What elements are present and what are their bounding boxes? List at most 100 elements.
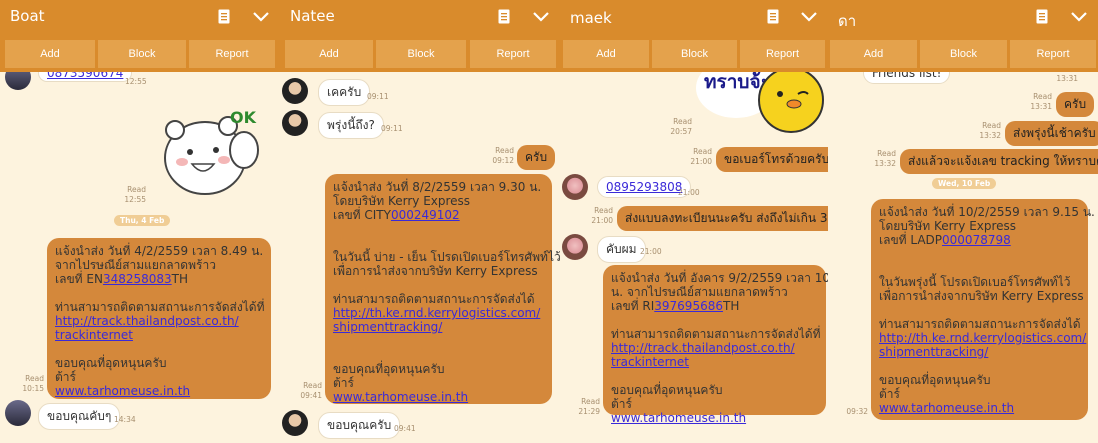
tracking-number-link[interactable]: 397695686	[654, 299, 723, 313]
msg-time: 13:31	[1056, 74, 1078, 83]
msg-time: 09:11	[381, 124, 403, 133]
contact-avatar[interactable]	[282, 78, 308, 104]
tracking-url-link[interactable]: trackinternet	[55, 328, 133, 342]
read-label: Read	[673, 117, 692, 126]
notes-icon[interactable]	[498, 9, 510, 24]
report-button[interactable]: Report	[470, 40, 556, 68]
website-link[interactable]: www.tarhomeuse.in.th	[333, 390, 468, 404]
notice-text: เลขที่ RI	[611, 299, 655, 313]
report-button[interactable]: Report	[740, 40, 825, 68]
msg-status: Read 09:12	[490, 146, 514, 166]
notice-line: น. จากไปรษณีย์สามแยกลาดพร้าว	[611, 285, 788, 299]
notes-icon[interactable]	[1036, 9, 1048, 24]
block-button[interactable]: Block	[652, 40, 737, 68]
chat-title: ดา	[838, 12, 857, 30]
message-bubble: ครับ	[517, 145, 556, 170]
contact-avatar[interactable]	[282, 110, 308, 136]
chat-panel-maek: maek Add Block Report ทราบจ้ะ Read 20:57…	[560, 0, 828, 443]
website-link[interactable]: www.tarhomeuse.in.th	[879, 401, 1014, 415]
msg-time: 09:32	[846, 407, 868, 416]
tracking-number-link[interactable]: 000078798	[942, 233, 1011, 247]
message-bubble: พรุ่งนี้ถึง?	[318, 112, 384, 139]
block-button[interactable]: Block	[376, 40, 466, 68]
message-list: ทราบจ้ะ Read 20:57 ขอเบอร์โทรด้วยครับ Re…	[560, 72, 828, 443]
msg-time: 09:11	[367, 92, 389, 101]
msg-time: 21:00	[640, 247, 662, 256]
report-button[interactable]: Report	[189, 40, 275, 68]
message-bubble: เคครับ	[318, 79, 371, 106]
contact-avatar[interactable]	[5, 400, 31, 426]
notice-line: ในวันนี้ บ่าย - เย็น โปรดเปิดเบอร์โทรศัพ…	[333, 250, 560, 264]
tracking-number-line: เลขที่ RI397695686TH	[611, 299, 818, 313]
chevron-down-icon[interactable]	[800, 11, 818, 23]
notice-line: จากไปรษณีย์สามแยกลาดพร้าว	[55, 258, 216, 272]
message-list: เคครับ 09:11 พรุ่งนี้ถึง? 09:11 ครับ Rea…	[280, 72, 560, 443]
block-button[interactable]: Block	[920, 40, 1007, 68]
message-list: 0873590674 12:55 OK Read 12:55 Thu, 4 Fe…	[0, 72, 280, 443]
chat-header: Natee	[280, 0, 560, 34]
notice-line: ท่านสามารถติดตามสถานะการจัดส่งได้ที่	[55, 300, 265, 314]
contact-avatar[interactable]	[282, 410, 308, 436]
notice-line: ขอบคุณที่อุดหนุนครับ	[55, 356, 167, 370]
notice-line: เพื่อการนำส่งจากบริษัท Kerry Express	[333, 264, 538, 278]
phone-link[interactable]: 0895293808	[606, 180, 682, 194]
action-bar: Add Block Report	[828, 34, 1098, 72]
tracking-url-link[interactable]: http://track.thailandpost.co.th/	[55, 314, 239, 328]
website-link[interactable]: www.tarhomeuse.in.th	[55, 384, 190, 398]
message-list: Friends list! 13:31 ครับ Read 13:31 ส่งพ…	[828, 72, 1098, 443]
message-bubble: Friends list!	[863, 72, 951, 84]
date-separator: Thu, 4 Feb	[114, 215, 171, 226]
notice-line: ท่านสามารถติดตามสถานะการจัดส่งได้	[879, 317, 1081, 331]
tracking-url-link[interactable]: shipmenttracking/	[879, 345, 988, 359]
tracking-url-link[interactable]: http://th.ke.rnd.kerrylogistics.com/	[879, 331, 1086, 345]
notes-icon[interactable]	[218, 9, 230, 24]
tracking-number-line: เลขที่ EN348258083TH	[55, 272, 263, 286]
tracking-url-link[interactable]: http://track.thailandpost.co.th/	[611, 341, 795, 355]
bear-ok-sticker[interactable]: OK	[160, 106, 270, 198]
add-button[interactable]: Add	[285, 40, 373, 68]
msg-time: 20:57	[670, 127, 692, 136]
notice-line: ต้าร์	[879, 387, 900, 401]
tracking-url-link[interactable]: trackinternet	[611, 355, 689, 369]
read-label: Read	[303, 381, 322, 390]
website-link[interactable]: www.tarhomeuse.in.th	[611, 411, 746, 425]
tracking-url-link[interactable]: shipmenttracking/	[333, 320, 442, 334]
notes-icon[interactable]	[767, 9, 779, 24]
notice-line: ท่านสามารถติดตามสถานะการจัดส่งได้	[333, 292, 535, 306]
notice-line: แจ้งนำส่ง วันที่ 8/2/2559 เวลา 9.30 น.	[333, 180, 542, 194]
notice-status: Read 10:15	[20, 374, 44, 394]
msg-status: Read 13:32	[977, 121, 1001, 141]
notice-line: เพื่อการนำส่งจากบริษัท Kerry Express	[879, 289, 1084, 303]
action-bar: Add Block Report	[0, 34, 280, 72]
notice-status: Read 21:29	[576, 397, 600, 417]
chevron-down-icon[interactable]	[1070, 11, 1088, 23]
read-label: Read	[495, 146, 514, 155]
report-button[interactable]: Report	[1010, 40, 1096, 68]
read-label: Read	[982, 121, 1001, 130]
add-button[interactable]: Add	[563, 40, 649, 68]
chat-title: Natee	[290, 7, 335, 25]
notice-line: ต้าร์	[611, 397, 632, 411]
notice-text: เลขที่ EN	[55, 272, 103, 286]
tracking-number-link[interactable]: 348258083	[103, 272, 172, 286]
read-label: Read	[25, 374, 44, 383]
notice-status: Read 09:41	[298, 381, 322, 401]
read-label: Read	[581, 397, 600, 406]
contact-avatar[interactable]	[562, 234, 588, 260]
msg-status: Read 13:32	[872, 149, 896, 169]
sticker-status: Read 12:55	[122, 185, 146, 205]
add-button[interactable]: Add	[5, 40, 95, 68]
block-button[interactable]: Block	[98, 40, 186, 68]
tracking-url-link[interactable]: http://th.ke.rnd.kerrylogistics.com/	[333, 306, 540, 320]
contact-avatar[interactable]	[562, 174, 588, 200]
chevron-down-icon[interactable]	[532, 11, 550, 23]
add-button[interactable]: Add	[830, 40, 917, 68]
contact-avatar[interactable]	[5, 72, 31, 90]
phone-link[interactable]: 0873590674	[47, 72, 123, 80]
notice-line: ขอบคุณที่อุดหนุนครับ	[333, 362, 445, 376]
chick-sticker[interactable]: ทราบจ้ะ	[696, 72, 826, 138]
message-bubble: ส่งแบบลงทะเบียนนะครับ ส่งถึงไม่เกิน 3 วั…	[617, 206, 828, 231]
tracking-number-link[interactable]: 000249102	[391, 208, 460, 222]
notice-line: ขอบคุณที่อุดหนุนครับ	[611, 383, 723, 397]
chevron-down-icon[interactable]	[252, 11, 270, 23]
